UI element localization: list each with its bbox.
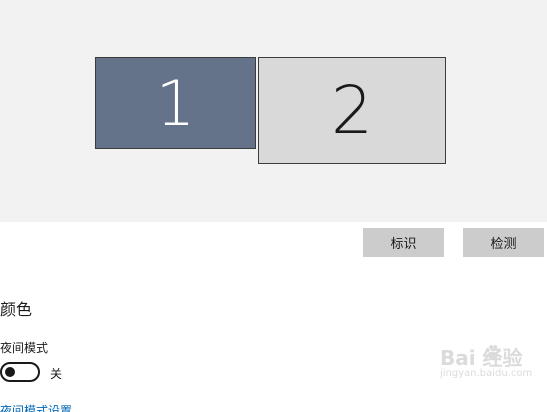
monitor-2-number: 2: [331, 72, 373, 149]
paw-icon: [485, 345, 501, 360]
monitor-1[interactable]: 1: [95, 57, 256, 149]
night-light-label: 夜间模式: [0, 341, 49, 355]
identify-button[interactable]: 标识: [363, 228, 444, 257]
monitor-2[interactable]: 2: [258, 57, 446, 164]
night-light-toggle[interactable]: [0, 362, 40, 382]
watermark-url: jingyan.baidu.com: [440, 368, 533, 379]
color-section-title: 颜色: [0, 300, 33, 319]
monitor-1-number: 1: [155, 66, 196, 140]
toggle-knob: [5, 367, 15, 377]
night-light-settings-link[interactable]: 夜间模式设置: [0, 402, 72, 412]
night-light-state: 关: [50, 367, 63, 381]
watermark-brand: Bai 经验: [440, 346, 523, 370]
baidu-jingyan-watermark: Bai 经验 jingyan.baidu.com: [440, 342, 545, 384]
display-arrangement-area: 1 2: [0, 0, 547, 222]
detect-button[interactable]: 检测: [463, 228, 544, 257]
